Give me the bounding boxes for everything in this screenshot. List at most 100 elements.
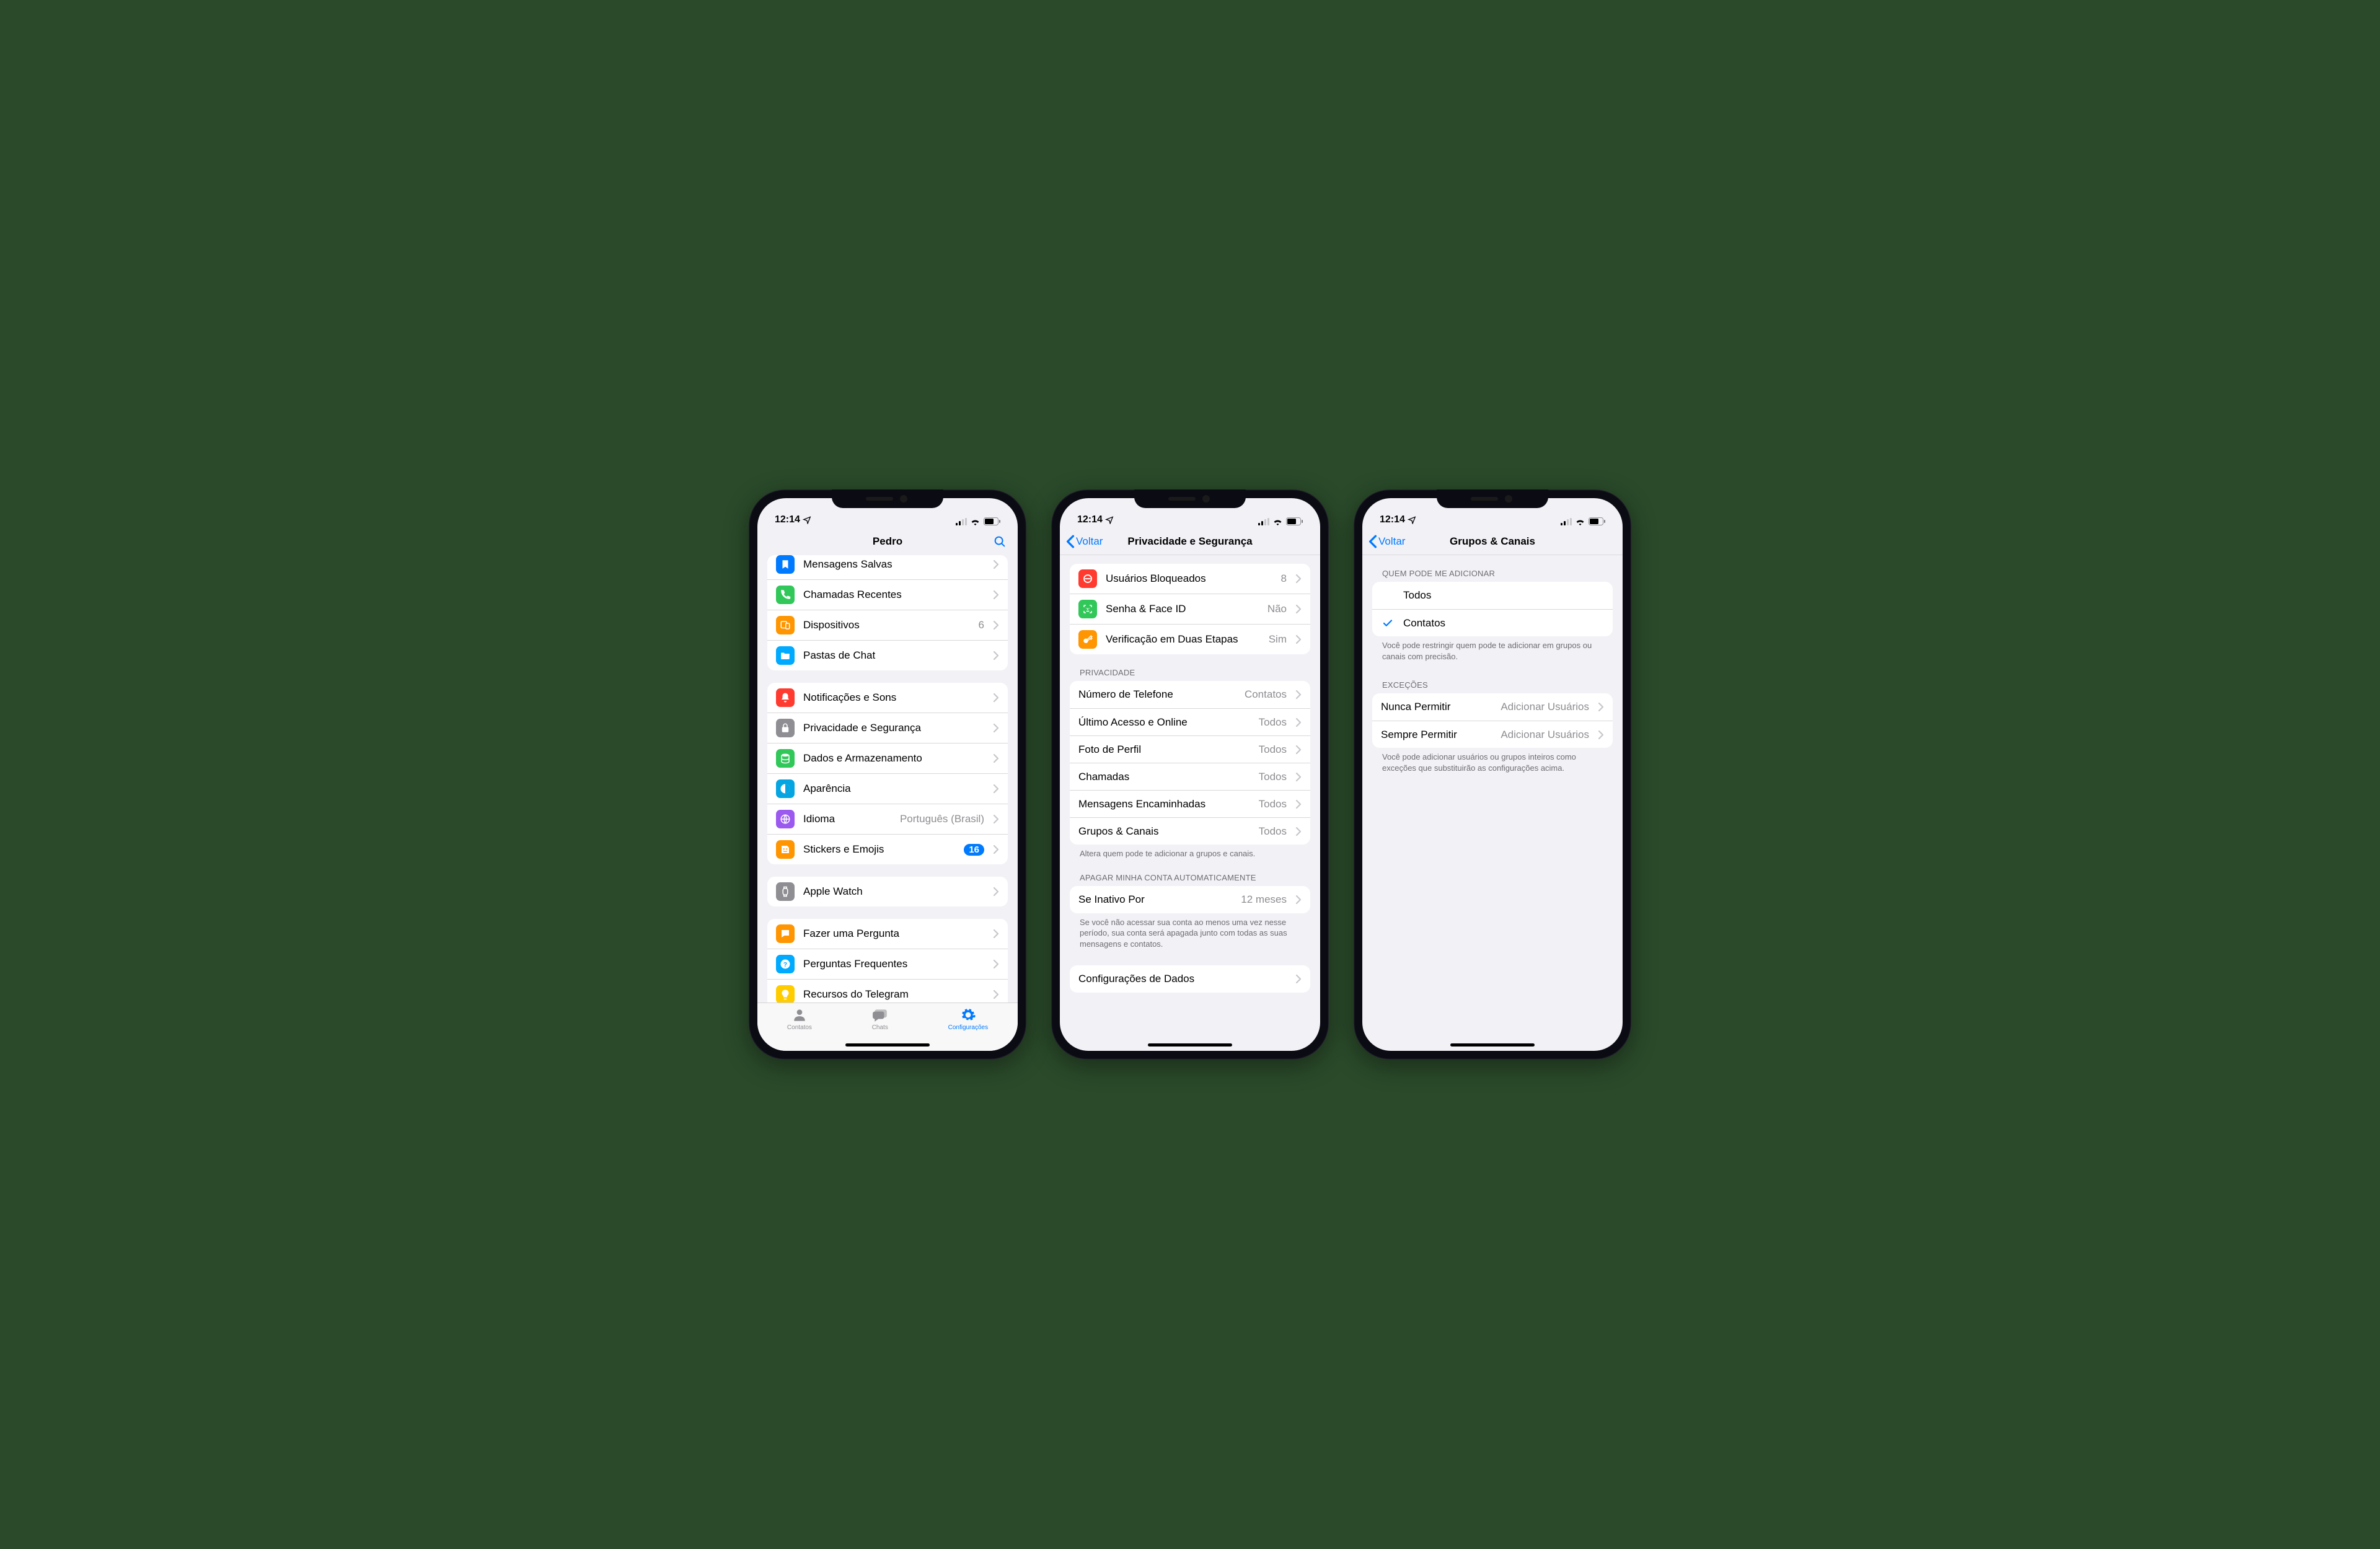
chevron-right-icon	[1295, 799, 1302, 809]
section-header-privacy: PRIVACIDADE	[1070, 654, 1310, 681]
bookmark-icon	[776, 555, 795, 574]
row-label: Fazer uma Pergunta	[803, 928, 984, 940]
chevron-right-icon	[993, 693, 999, 703]
chevron-right-icon	[993, 590, 999, 600]
settings-row[interactable]: Sempre Permitir Adicionar Usuários	[1372, 721, 1613, 748]
db-icon	[776, 749, 795, 768]
faceid-icon	[1078, 600, 1097, 618]
settings-row[interactable]: Chamadas Recentes	[767, 579, 1008, 610]
row-label: Configurações de Dados	[1078, 973, 1287, 985]
back-button[interactable]: Voltar	[1368, 535, 1405, 548]
settings-row[interactable]: ? Perguntas Frequentes	[767, 949, 1008, 979]
settings-row[interactable]: Pastas de Chat	[767, 640, 1008, 670]
phone-settings: 12:14 Pedro Mensagens Salvas Chamadas Re…	[749, 489, 1026, 1060]
globe-icon	[776, 810, 795, 828]
settings-row[interactable]: Número de Telefone Contatos	[1070, 681, 1310, 708]
chevron-right-icon	[1598, 730, 1604, 740]
row-badge: 16	[964, 844, 984, 856]
groups-list[interactable]: QUEM PODE ME ADICIONAR Todos Contatos Vo…	[1362, 555, 1623, 1051]
chevron-right-icon	[993, 887, 999, 897]
row-label: Recursos do Telegram	[803, 988, 984, 1001]
settings-row[interactable]: Chamadas Todos	[1070, 763, 1310, 790]
status-time: 12:14	[1077, 514, 1103, 525]
lock-icon	[776, 719, 795, 737]
row-value: Todos	[1259, 825, 1287, 838]
settings-row[interactable]: Apple Watch	[767, 877, 1008, 906]
settings-row[interactable]: Dados e Armazenamento	[767, 743, 1008, 773]
settings-row[interactable]: Se Inativo Por 12 meses	[1070, 886, 1310, 913]
row-label: Dispositivos	[803, 619, 970, 631]
row-label: Grupos & Canais	[1078, 825, 1250, 838]
notch	[1437, 489, 1548, 508]
search-button[interactable]	[993, 535, 1007, 548]
section-header-delete: APAGAR MINHA CONTA AUTOMATICAMENTE	[1070, 859, 1310, 886]
battery-icon	[1286, 517, 1303, 525]
settings-row[interactable]: Recursos do Telegram	[767, 979, 1008, 1003]
option-row[interactable]: Todos	[1372, 582, 1613, 609]
settings-list[interactable]: Mensagens Salvas Chamadas Recentes Dispo…	[757, 555, 1018, 1003]
tab-contacts[interactable]: Contatos	[787, 1007, 812, 1051]
circle-icon	[776, 779, 795, 798]
row-value: Todos	[1259, 744, 1287, 756]
battery-icon	[984, 517, 1000, 525]
navbar: Voltar Privacidade e Segurança	[1060, 528, 1320, 555]
settings-row[interactable]: Fazer uma Pergunta	[767, 919, 1008, 949]
section-header-exceptions: EXCEÇÕES	[1372, 662, 1613, 693]
settings-row[interactable]: Último Acesso e Online Todos	[1070, 708, 1310, 735]
settings-row[interactable]: Foto de Perfil Todos	[1070, 735, 1310, 763]
home-indicator[interactable]	[845, 1043, 930, 1047]
cellular-icon	[1258, 518, 1269, 525]
privacy-list[interactable]: Usuários Bloqueados 8 Senha & Face ID Nã…	[1060, 555, 1320, 1051]
settings-row[interactable]: Idioma Português (Brasil)	[767, 804, 1008, 834]
settings-row[interactable]: Mensagens Encaminhadas Todos	[1070, 790, 1310, 817]
sticker-icon	[776, 840, 795, 859]
settings-row[interactable]: Stickers e Emojis 16	[767, 834, 1008, 864]
home-indicator[interactable]	[1148, 1043, 1232, 1047]
row-label: Chamadas Recentes	[803, 589, 984, 601]
wifi-icon	[970, 518, 981, 525]
bulb-icon	[776, 985, 795, 1003]
chevron-right-icon	[993, 559, 999, 569]
chevron-right-icon	[1295, 745, 1302, 755]
section-footer-who: Você pode restringir quem pode te adicio…	[1372, 636, 1613, 662]
settings-row[interactable]: Dispositivos 6	[767, 610, 1008, 640]
settings-row[interactable]: Usuários Bloqueados 8	[1070, 564, 1310, 594]
back-button[interactable]: Voltar	[1066, 535, 1103, 548]
nav-title: Pedro	[873, 535, 902, 548]
settings-row[interactable]: Grupos & Canais Todos	[1070, 817, 1310, 845]
watch-icon	[776, 882, 795, 901]
tab-settings[interactable]: Configurações	[948, 1007, 988, 1051]
option-row[interactable]: Contatos	[1372, 609, 1613, 636]
settings-row[interactable]: Verificação em Duas Etapas Sim	[1070, 624, 1310, 654]
chevron-right-icon	[1295, 772, 1302, 782]
settings-row[interactable]: Aparência	[767, 773, 1008, 804]
settings-row[interactable]: Notificações e Sons	[767, 683, 1008, 713]
chevron-right-icon	[1295, 634, 1302, 644]
chevron-right-icon	[993, 929, 999, 939]
settings-row[interactable]: Configurações de Dados	[1070, 965, 1310, 993]
row-value: Português (Brasil)	[900, 813, 984, 825]
settings-row[interactable]: Mensagens Salvas	[767, 555, 1008, 579]
row-label: Verificação em Duas Etapas	[1106, 633, 1260, 646]
settings-row[interactable]: Nunca Permitir Adicionar Usuários	[1372, 693, 1613, 721]
section-footer-delete: Se você não acessar sua conta ao menos u…	[1070, 913, 1310, 950]
chevron-right-icon	[1598, 702, 1604, 712]
settings-row[interactable]: Privacidade e Segurança	[767, 713, 1008, 743]
location-icon	[1105, 516, 1114, 524]
chats-icon	[871, 1007, 889, 1023]
row-value: Todos	[1259, 716, 1287, 729]
row-label: Idioma	[803, 813, 891, 825]
row-label: Todos	[1403, 589, 1604, 602]
home-indicator[interactable]	[1450, 1043, 1535, 1047]
chevron-right-icon	[993, 651, 999, 660]
nav-title: Privacidade e Segurança	[1127, 535, 1252, 548]
cellular-icon	[956, 518, 967, 525]
row-value: Não	[1267, 603, 1287, 615]
chevron-right-icon	[993, 753, 999, 763]
nav-title: Grupos & Canais	[1450, 535, 1535, 548]
notch	[832, 489, 943, 508]
section-footer-exceptions: Você pode adicionar usuários ou grupos i…	[1372, 748, 1613, 773]
row-label: Aparência	[803, 783, 984, 795]
settings-row[interactable]: Senha & Face ID Não	[1070, 594, 1310, 624]
chevron-right-icon	[1295, 604, 1302, 614]
